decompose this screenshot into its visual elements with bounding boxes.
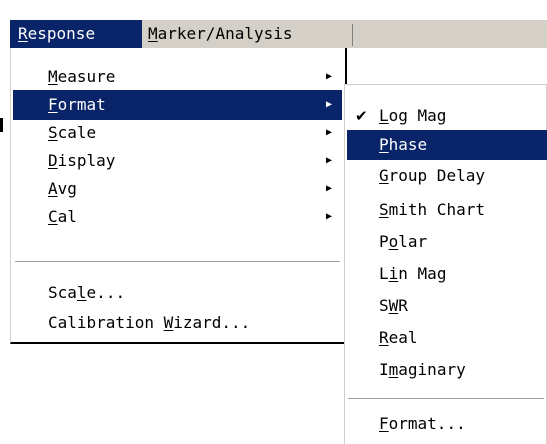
- menu-separator: [15, 261, 340, 263]
- menu-item-format[interactable]: Format ▶: [13, 90, 342, 120]
- menu-marker-analysis-mnemonic: M: [148, 24, 158, 43]
- menu-item-lin-mag[interactable]: Lin Mag: [347, 259, 547, 289]
- menu-separator: [348, 398, 544, 400]
- menu-item-log-mag-label: Log Mag: [379, 101, 446, 131]
- menu-item-phase[interactable]: Phase: [347, 130, 547, 160]
- submenu-arrow-icon: ▶: [325, 99, 332, 110]
- menu-response[interactable]: Response: [10, 20, 142, 48]
- menu-item-format-dialog-label: Format...: [379, 409, 466, 439]
- menu-item-real-mnemonic: R: [379, 328, 389, 347]
- menu-item-smith-chart-rest: mith Chart: [388, 200, 485, 219]
- window-edge: [0, 118, 3, 132]
- menu-item-scale[interactable]: Scale ▶: [13, 118, 342, 148]
- menu-item-log-mag-rest: og Mag: [388, 106, 447, 125]
- menu-item-polar-mnemonic: o: [388, 232, 399, 251]
- menu-item-imaginary-mnemonic: m: [388, 360, 399, 379]
- menu-item-swr-mnemonic: W: [388, 296, 399, 315]
- menu-item-measure-label: Measure: [48, 62, 115, 92]
- menu-item-calibration-wizard-label: Calibration Wizard...: [48, 308, 250, 338]
- menu-marker-analysis-label: arker/Analysis: [157, 24, 293, 43]
- menu-item-scale-dialog[interactable]: Scale...: [13, 278, 342, 308]
- menu-item-real[interactable]: Real: [347, 323, 547, 353]
- menu-item-imaginary[interactable]: Imaginary: [347, 355, 547, 385]
- menu-bar-separator: [352, 24, 353, 46]
- menu-item-group-delay-mnemonic: G: [379, 166, 389, 185]
- menu-item-imaginary-label: Imaginary: [379, 355, 466, 385]
- menu-response-label: esponse: [27, 24, 96, 43]
- menu-item-format-dialog[interactable]: Format...: [347, 409, 547, 439]
- menu-item-format-label: Format: [48, 90, 106, 120]
- menu-item-swr-rest: R: [398, 296, 408, 315]
- menu-marker-analysis[interactable]: Marker/Analysis: [142, 20, 352, 48]
- menu-item-measure-text: easure: [57, 67, 116, 86]
- menu-item-calibration-wizard-mnemonic: W: [163, 313, 174, 332]
- menu-bar: Response Marker/Analysis: [0, 0, 547, 48]
- submenu-arrow-icon: ▶: [325, 183, 332, 194]
- submenu-arrow-icon: ▶: [325, 127, 332, 138]
- menu-item-scale-label: Scale: [48, 118, 96, 148]
- response-dropdown-menu: Measure ▶ Format ▶ Scale ▶ Display ▶ Avg…: [10, 48, 347, 344]
- menu-item-phase-rest: hase: [388, 135, 428, 154]
- menu-item-format-dialog-rest: ormat...: [388, 414, 466, 433]
- menu-item-real-rest: eal: [388, 328, 418, 347]
- menu-item-scale-text: cale: [57, 123, 97, 142]
- menu-item-avg-text: vg: [57, 179, 77, 198]
- format-submenu: ✔ Log Mag Phase Group Delay Smith Chart …: [344, 84, 547, 444]
- menu-item-display-text: isplay: [57, 151, 116, 170]
- menu-item-format-mnemonic: F: [48, 95, 58, 114]
- menu-item-cal[interactable]: Cal ▶: [13, 202, 342, 232]
- menu-item-imaginary-pre: I: [379, 360, 389, 379]
- menu-item-avg-label: Avg: [48, 174, 77, 204]
- checkmark-icon: ✔: [355, 107, 368, 125]
- menu-item-imaginary-rest: aginary: [398, 360, 466, 379]
- menu-item-log-mag-mnemonic: L: [379, 106, 389, 125]
- menu-item-lin-mag-rest: n Mag: [398, 264, 447, 283]
- menu-item-log-mag[interactable]: ✔ Log Mag: [347, 101, 547, 131]
- menu-item-avg[interactable]: Avg ▶: [13, 174, 342, 204]
- menu-item-lin-mag-mnemonic: i: [388, 264, 399, 283]
- menu-response-mnemonic: R: [18, 24, 28, 43]
- menu-item-lin-mag-pre: L: [379, 264, 389, 283]
- menu-item-display-label: Display: [48, 146, 115, 176]
- menu-item-calibration-wizard-rest: izard...: [173, 313, 251, 332]
- menu-item-format-text: ormat: [57, 95, 106, 114]
- submenu-arrow-icon: ▶: [325, 71, 332, 82]
- menu-item-measure-mnemonic: M: [48, 67, 58, 86]
- menu-item-smith-chart-mnemonic: S: [379, 200, 389, 219]
- menu-item-polar[interactable]: Polar: [347, 227, 547, 257]
- menu-item-group-delay-rest: roup Delay: [388, 166, 485, 185]
- menu-item-display[interactable]: Display ▶: [13, 146, 342, 176]
- menu-item-calibration-wizard[interactable]: Calibration Wizard...: [13, 308, 342, 338]
- menu-item-polar-rest: lar: [398, 232, 428, 251]
- menu-item-swr-pre: S: [379, 296, 389, 315]
- menu-item-swr-label: SWR: [379, 291, 408, 321]
- menu-item-scale-dialog-label: Scale...: [48, 278, 125, 308]
- menu-item-calibration-wizard-pre: Calibration: [48, 313, 164, 332]
- menu-item-smith-chart-label: Smith Chart: [379, 195, 485, 225]
- menu-item-scale-dialog-mnemonic: l: [76, 283, 87, 302]
- menu-item-scale-mnemonic: S: [48, 123, 58, 142]
- menu-item-scale-dialog-pre: Sca: [48, 283, 77, 302]
- menu-item-lin-mag-label: Lin Mag: [379, 259, 446, 289]
- submenu-arrow-icon: ▶: [325, 155, 332, 166]
- menu-item-cal-mnemonic: C: [48, 207, 58, 226]
- menu-item-polar-pre: P: [379, 232, 389, 251]
- menu-item-avg-mnemonic: A: [48, 179, 58, 198]
- menu-item-group-delay-label: Group Delay: [379, 161, 485, 191]
- menu-item-swr[interactable]: SWR: [347, 291, 547, 321]
- menu-item-real-label: Real: [379, 323, 418, 353]
- menu-item-phase-mnemonic: P: [379, 135, 389, 154]
- menu-item-scale-dialog-rest: e...: [86, 283, 126, 302]
- menu-item-group-delay[interactable]: Group Delay: [347, 161, 547, 191]
- menu-item-smith-chart[interactable]: Smith Chart: [347, 195, 547, 225]
- menu-item-cal-label: Cal: [48, 202, 77, 232]
- menu-item-cal-text: al: [57, 207, 77, 226]
- menu-item-format-dialog-mnemonic: F: [379, 414, 389, 433]
- menu-item-phase-label: Phase: [379, 130, 427, 160]
- submenu-arrow-icon: ▶: [325, 211, 332, 222]
- menu-item-measure[interactable]: Measure ▶: [13, 62, 342, 92]
- menu-item-display-mnemonic: D: [48, 151, 58, 170]
- menu-item-polar-label: Polar: [379, 227, 427, 257]
